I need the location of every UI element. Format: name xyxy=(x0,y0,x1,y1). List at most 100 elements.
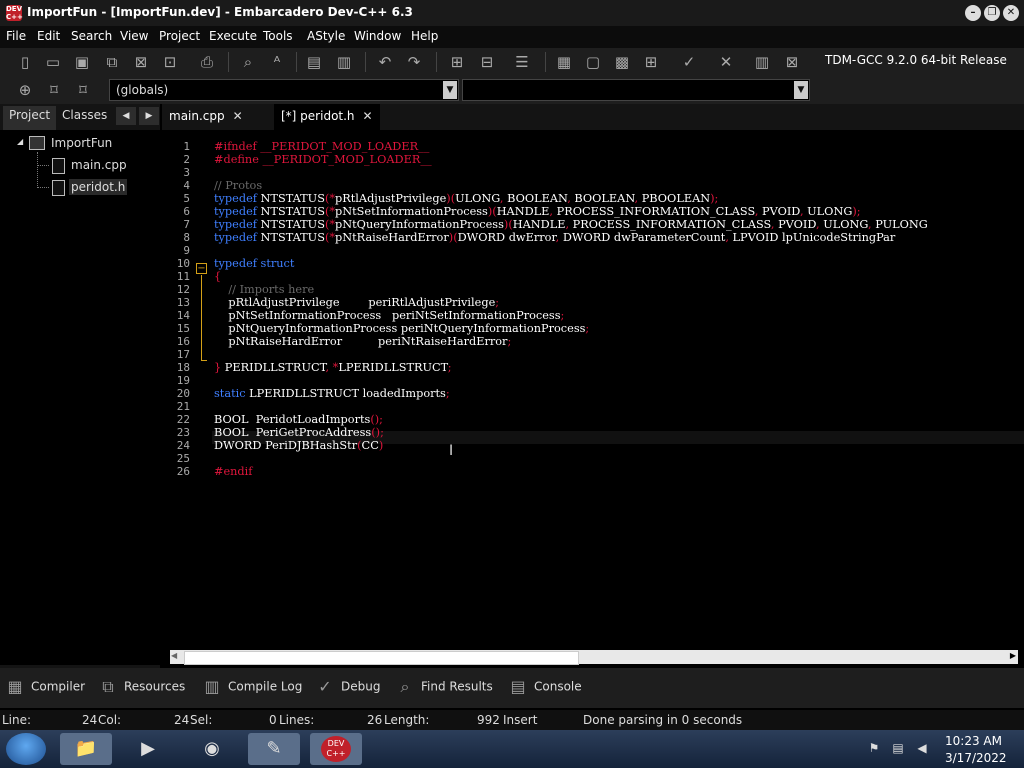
menu-project[interactable]: Project xyxy=(159,29,200,43)
menu-tools[interactable]: Tools xyxy=(263,29,293,43)
bottom-panel-tabs: ▦ Compiler ⧉ Resources ▥ Compile Log ✓ Debug… xyxy=(0,668,1024,708)
tab-project[interactable]: Project xyxy=(3,106,57,130)
code-editor[interactable]: #ifndef __PERIDOT_MOD_LOADER__ #define __… xyxy=(212,130,1024,650)
new-file-icon[interactable]: ▯ xyxy=(15,52,35,72)
volume-icon[interactable]: ◀ xyxy=(914,741,930,757)
check-syntax-icon[interactable]: ✓ xyxy=(679,52,699,72)
menu-file[interactable]: File xyxy=(6,29,26,43)
status-lines: 26 xyxy=(367,713,383,727)
run-icon[interactable]: ▢ xyxy=(583,52,603,72)
function-dropdown[interactable]: ▼ xyxy=(462,79,810,101)
scroll-right-icon[interactable]: ▶ xyxy=(1010,651,1016,660)
line-number: 4 xyxy=(183,179,190,192)
open-folder-icon[interactable]: ▭ xyxy=(43,52,63,72)
action-center-icon[interactable]: ⚑ xyxy=(866,741,882,757)
scope-dropdown[interactable]: (globals) ▼ xyxy=(109,79,459,101)
compile-icon[interactable]: ▦ xyxy=(554,52,574,72)
stop-execution-icon[interactable]: ✕ xyxy=(716,52,736,72)
profile-chart-icon[interactable]: ▥ xyxy=(752,52,772,72)
status-col-label: Col: xyxy=(98,713,122,727)
compiler-select[interactable]: TDM-GCC 9.2.0 64-bit Release xyxy=(818,53,1024,71)
new-project-icon[interactable]: ⊞ xyxy=(447,52,467,72)
line-number: 26 xyxy=(176,465,190,478)
find-icon[interactable]: ⌕ xyxy=(238,52,258,72)
clock-time[interactable]: 10:23 AM xyxy=(945,734,1002,748)
media-player-icon[interactable]: ▶ xyxy=(122,733,174,765)
tab-find-results[interactable]: ⌕ Find Results xyxy=(395,677,493,697)
tab-console[interactable]: ▤ Console xyxy=(508,677,581,697)
remove-file-icon[interactable]: ⊟ xyxy=(477,52,497,72)
menu-search[interactable]: Search xyxy=(71,29,112,43)
close-tab-icon[interactable]: ✕ xyxy=(233,109,243,123)
close-file-icon[interactable]: ⊠ xyxy=(131,52,151,72)
tree-project[interactable]: ImportFun xyxy=(51,136,112,150)
tab-peridot-h[interactable]: [*] peridot.h ✕ xyxy=(274,104,380,130)
line-number: 20 xyxy=(176,387,190,400)
restore-icon[interactable]: ❐ xyxy=(984,5,1000,21)
chevron-down-icon[interactable]: ▼ xyxy=(443,81,457,99)
menu-edit[interactable]: Edit xyxy=(37,29,60,43)
clock-date[interactable]: 3/17/2022 xyxy=(945,751,1007,765)
save-all-icon[interactable]: ⧉ xyxy=(102,52,122,72)
text-cursor-icon: I xyxy=(449,443,454,459)
unindent-icon[interactable]: ▥ xyxy=(334,52,354,72)
expand-icon[interactable]: ◢ xyxy=(17,137,23,146)
fold-icon[interactable]: − xyxy=(196,263,207,274)
scroll-left-icon[interactable]: ◀ xyxy=(171,651,177,660)
explorer-icon[interactable]: 📁 xyxy=(60,733,112,765)
tab-compiler[interactable]: ▦ Compiler xyxy=(5,677,85,697)
rebuild-icon[interactable]: ⊞ xyxy=(641,52,661,72)
window-title: ImportFun - [ImportFun.dev] - Embarcader… xyxy=(27,5,413,19)
tree-file-peridot[interactable]: peridot.h xyxy=(69,179,128,195)
menu-view[interactable]: View xyxy=(120,29,148,43)
minimize-icon[interactable]: – xyxy=(965,5,981,21)
close-tab-icon[interactable]: ✕ xyxy=(363,109,373,123)
editor-tabbar: main.cpp ✕ [*] peridot.h ✕ xyxy=(162,104,1024,130)
goto-line-icon[interactable]: ⊕ xyxy=(15,80,35,100)
undo-icon[interactable]: ↶ xyxy=(375,52,395,72)
replace-icon[interactable]: ᴬ xyxy=(267,52,287,72)
notepad-icon[interactable]: ✎ xyxy=(248,733,300,765)
tab-main-cpp[interactable]: main.cpp ✕ xyxy=(162,104,250,130)
horizontal-scrollbar[interactable]: ◀ ▶ xyxy=(170,650,1018,665)
code-line: pNtQueryInformationProcess periNtQueryIn… xyxy=(228,322,590,335)
bookmark-icon[interactable]: ⌑ xyxy=(44,80,64,100)
chevron-down-icon[interactable]: ▼ xyxy=(794,81,808,99)
status-line: 24 xyxy=(82,713,98,727)
code-line: pNtSetInformationProcess periNtSetInform… xyxy=(228,309,565,322)
devcpp-app-icon[interactable]: DEV C++ xyxy=(6,5,23,21)
chevron-left-icon[interactable]: ◀ xyxy=(116,107,136,125)
tab-debug[interactable]: ✓ Debug xyxy=(315,677,380,697)
tab-label: main.cpp xyxy=(169,109,225,123)
start-orb-icon[interactable] xyxy=(6,733,46,765)
tree-file-main[interactable]: main.cpp xyxy=(71,158,127,172)
line-number: 13 xyxy=(176,296,190,309)
redo-icon[interactable]: ↷ xyxy=(404,52,424,72)
bookmarks-icon[interactable]: ⌑ xyxy=(73,80,93,100)
menu-execute[interactable]: Execute xyxy=(209,29,257,43)
tab-compile-log[interactable]: ▥ Compile Log xyxy=(202,677,302,697)
print-icon[interactable]: ⎙ xyxy=(197,52,217,72)
project-options-icon[interactable]: ☰ xyxy=(512,52,532,72)
indent-icon[interactable]: ▤ xyxy=(304,52,324,72)
code-line: // Imports here xyxy=(214,283,315,296)
code-line: typedef NTSTATUS(*pNtSetInformationProce… xyxy=(214,205,861,218)
save-icon[interactable]: ▣ xyxy=(72,52,92,72)
chrome-icon[interactable]: ◉ xyxy=(186,733,238,765)
network-icon[interactable]: ▤ xyxy=(890,741,906,757)
code-line: pRtlAdjustPrivilege periRtlAdjustPrivile… xyxy=(228,296,500,309)
close-icon[interactable]: ✕ xyxy=(1003,5,1019,21)
line-number: 14 xyxy=(176,309,190,322)
tab-classes[interactable]: Classes xyxy=(56,106,113,130)
close-all-icon[interactable]: ⊡ xyxy=(160,52,180,72)
menu-window[interactable]: Window xyxy=(354,29,401,43)
menu-help[interactable]: Help xyxy=(411,29,438,43)
chevron-right-icon[interactable]: ▶ xyxy=(139,107,159,125)
menu-astyle[interactable]: AStyle xyxy=(307,29,345,43)
scroll-thumb[interactable] xyxy=(184,651,579,665)
delete-profile-icon[interactable]: ⊠ xyxy=(782,52,802,72)
devcpp-icon[interactable]: DEV C++ xyxy=(310,733,362,765)
line-number: 1 xyxy=(183,140,190,153)
compile-run-icon[interactable]: ▩ xyxy=(612,52,632,72)
tab-resources[interactable]: ⧉ Resources xyxy=(98,677,185,697)
